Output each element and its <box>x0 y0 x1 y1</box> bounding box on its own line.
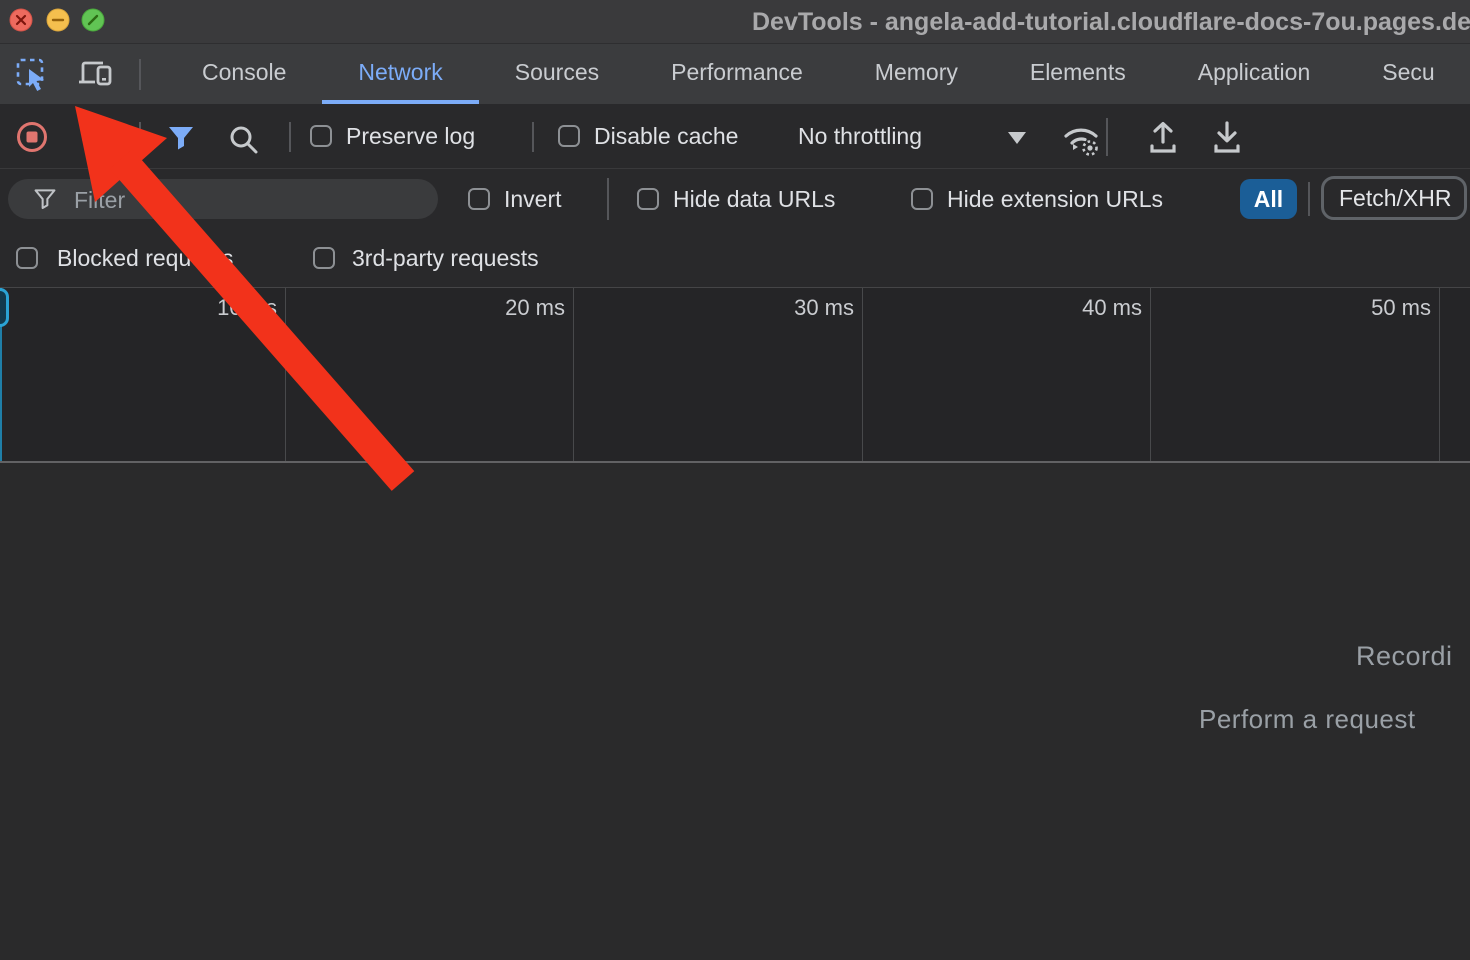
tab-elements[interactable]: Elements <box>994 44 1162 104</box>
tabbar-divider <box>139 59 141 90</box>
filter-divider <box>1308 182 1310 216</box>
tab-sources[interactable]: Sources <box>479 44 635 104</box>
timeline-drag-handle[interactable] <box>0 288 9 327</box>
search-button[interactable] <box>228 124 260 156</box>
request-type-fetch-xhr-chip[interactable]: Fetch/XHR <box>1321 176 1467 220</box>
more-filters-row: Blocked requests 3rd-party requests <box>0 229 1470 287</box>
network-toolbar: Preserve log Disable cache No throttling <box>0 104 1470 169</box>
devtools-tabbar: Console Network Sources Performance Memo… <box>0 43 1470 104</box>
tab-console[interactable]: Console <box>166 44 322 104</box>
timeline-gridline <box>285 288 286 461</box>
blocked-requests-label: Blocked requests <box>57 229 233 287</box>
request-type-all-chip[interactable]: All <box>1240 179 1297 219</box>
filter-divider <box>607 178 609 220</box>
filter-toggle-button[interactable] <box>167 125 195 151</box>
filter-funnel-icon <box>169 127 193 150</box>
filter-funnel-icon <box>34 188 56 210</box>
recording-status-text: Recordi <box>1356 641 1453 672</box>
third-party-requests-label: 3rd-party requests <box>352 229 539 287</box>
network-overview-timeline[interactable]: 10 ms 20 ms 30 ms 40 ms 50 ms <box>0 287 1470 463</box>
invert-label: Invert <box>504 169 562 229</box>
perform-request-hint-text: Perform a request <box>1199 704 1416 735</box>
hide-extension-urls-label: Hide extension URLs <box>947 169 1163 229</box>
blocked-requests-checkbox[interactable] <box>16 247 38 269</box>
invert-checkbox[interactable] <box>468 188 490 210</box>
panel-tabs: Console Network Sources Performance Memo… <box>166 44 1470 104</box>
hide-data-urls-label: Hide data URLs <box>673 169 835 229</box>
tab-security[interactable]: Secu <box>1346 44 1470 104</box>
upload-icon <box>1155 124 1171 143</box>
tab-application[interactable]: Application <box>1162 44 1347 104</box>
window-title: DevTools - angela-add-tutorial.cloudflar… <box>752 0 1470 43</box>
tab-memory[interactable]: Memory <box>839 44 994 104</box>
wifi-icon <box>1066 130 1096 136</box>
timeline-gridline <box>573 288 574 461</box>
filter-input[interactable] <box>72 179 416 221</box>
filter-input-container <box>8 179 438 219</box>
hide-extension-urls-checkbox[interactable] <box>911 188 933 210</box>
third-party-requests-checkbox[interactable] <box>313 247 335 269</box>
timeline-gridline <box>1150 288 1151 461</box>
timeline-gridline <box>862 288 863 461</box>
network-conditions-button[interactable] <box>1059 119 1103 157</box>
timeline-tick: 40 ms <box>1022 295 1142 321</box>
chevron-down-icon[interactable] <box>1008 132 1026 144</box>
titlebar: DevTools - angela-add-tutorial.cloudflar… <box>0 0 1470 43</box>
timeline-tick: 10 ms <box>157 295 277 321</box>
network-filter-bar: Invert Hide data URLs Hide extension URL… <box>0 169 1470 229</box>
disable-cache-label: Disable cache <box>594 104 738 168</box>
zoom-window-button[interactable] <box>81 8 105 32</box>
toggle-device-toolbar-button[interactable] <box>75 54 115 94</box>
timeline-tick: 50 ms <box>1311 295 1431 321</box>
timeline-tick: 30 ms <box>734 295 854 321</box>
export-har-button[interactable] <box>1210 120 1244 156</box>
devtools-window: DevTools - angela-add-tutorial.cloudflar… <box>0 0 1470 960</box>
timeline-tick: 20 ms <box>445 295 565 321</box>
close-window-button[interactable] <box>9 8 33 32</box>
import-har-button[interactable] <box>1146 120 1180 156</box>
toolbar-divider <box>532 122 534 152</box>
stop-recording-button[interactable] <box>16 121 48 153</box>
clear-network-log-button[interactable] <box>81 121 113 153</box>
toolbar-divider <box>139 122 141 152</box>
throttling-select[interactable]: No throttling <box>798 104 922 168</box>
toolbar-divider <box>289 122 291 152</box>
download-icon <box>1219 123 1235 141</box>
disable-cache-checkbox[interactable] <box>558 125 580 147</box>
network-log-empty-area: Recordi Perform a request <box>0 465 1470 960</box>
toolbar-divider <box>1106 118 1108 156</box>
device-toolbar-icon <box>75 54 115 94</box>
timeline-gridline <box>1439 288 1440 461</box>
preserve-log-label: Preserve log <box>346 104 475 168</box>
tab-network[interactable]: Network <box>322 44 478 104</box>
preserve-log-checkbox[interactable] <box>310 125 332 147</box>
tab-performance[interactable]: Performance <box>635 44 839 104</box>
minimize-window-button[interactable] <box>46 8 70 32</box>
inspect-cursor-icon <box>13 54 53 94</box>
inspect-element-button[interactable] <box>13 54 53 94</box>
hide-data-urls-checkbox[interactable] <box>637 188 659 210</box>
